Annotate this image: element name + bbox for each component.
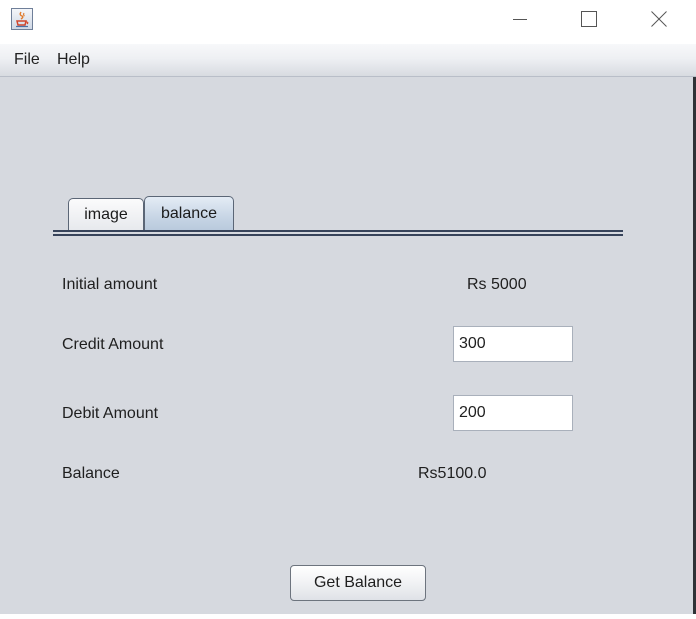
credit-amount-label: Credit Amount (62, 336, 164, 353)
tab-underline-lower (53, 234, 623, 236)
title-bar (0, 0, 696, 44)
maximize-button[interactable] (566, 0, 612, 38)
initial-amount-value: Rs 5000 (467, 276, 527, 293)
bottom-strip (0, 614, 696, 619)
balance-label: Balance (62, 465, 120, 482)
menu-file[interactable]: File (14, 51, 40, 69)
debit-amount-input[interactable] (453, 395, 573, 431)
maximize-icon (581, 11, 597, 27)
initial-amount-label: Initial amount (62, 276, 158, 293)
credit-amount-input[interactable] (453, 326, 573, 362)
tab-underline (53, 230, 623, 232)
debit-amount-label: Debit Amount (62, 405, 159, 422)
menu-bar: File Help (0, 44, 696, 77)
java-cup-icon (11, 8, 33, 30)
menu-help[interactable]: Help (57, 51, 90, 69)
minimize-button[interactable] (497, 0, 543, 38)
minimize-icon (513, 19, 527, 20)
close-icon (651, 11, 667, 27)
close-button[interactable] (636, 0, 682, 38)
tab-balance[interactable]: balance (144, 196, 234, 231)
get-balance-button[interactable]: Get Balance (290, 565, 426, 601)
app-window: File Help image balance Initial amount R… (0, 0, 696, 619)
balance-value: Rs5100.0 (418, 465, 487, 482)
tab-image[interactable]: image (68, 198, 144, 230)
